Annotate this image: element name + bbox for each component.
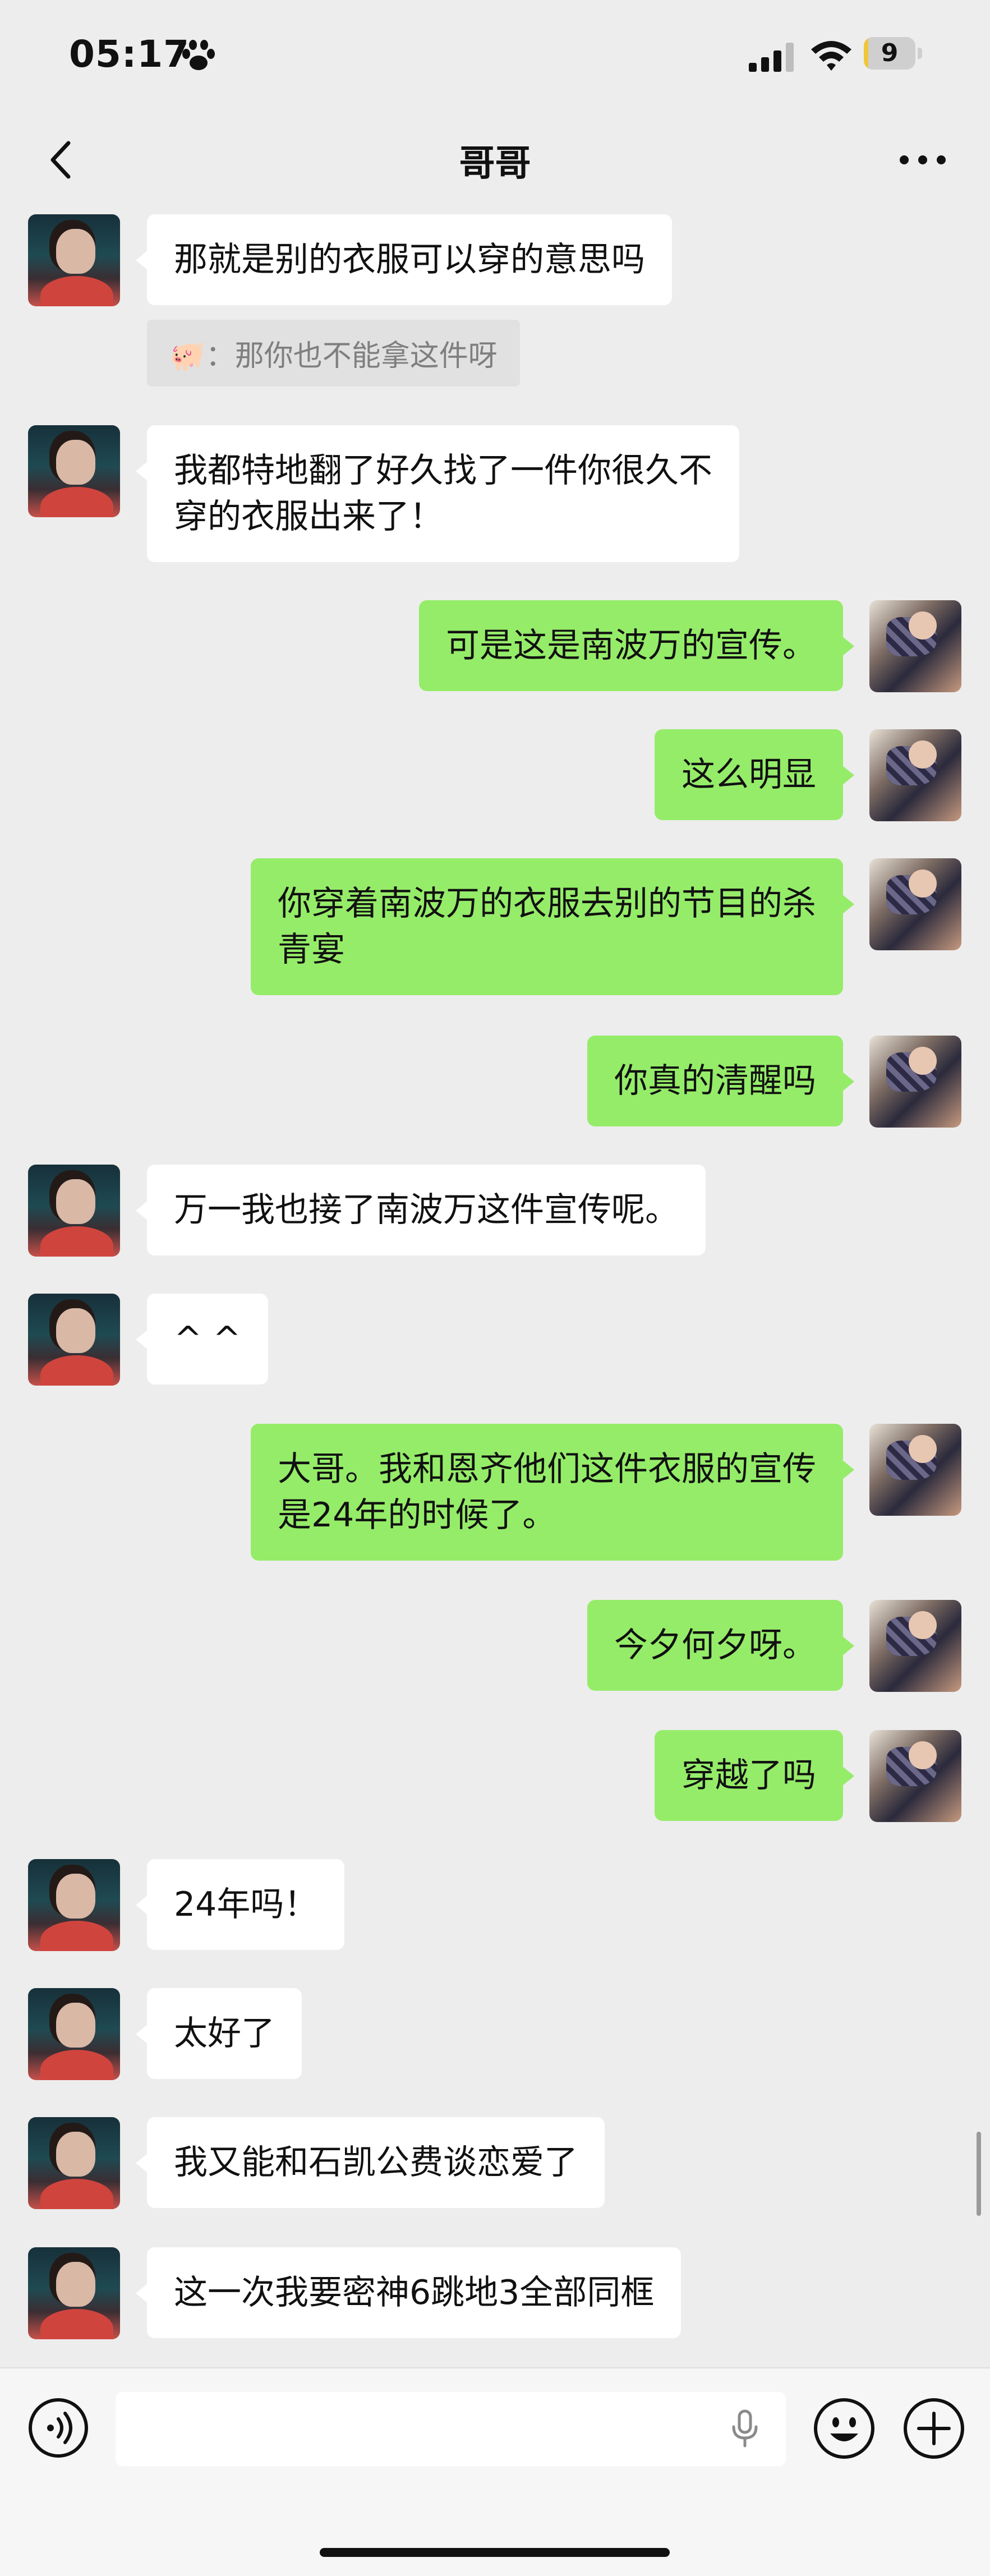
message-bubble-sent[interactable]: 可是这是南波万的宣传。: [419, 600, 854, 691]
user-avatar[interactable]: [869, 858, 961, 950]
paw-icon: [182, 40, 215, 70]
message-bubble-sent[interactable]: 今夕何夕呀。: [587, 1600, 854, 1691]
user-avatar[interactable]: [869, 1424, 961, 1516]
user-avatar[interactable]: [869, 1600, 961, 1692]
user-avatar[interactable]: [869, 1036, 961, 1128]
message-bubble-received[interactable]: 24年吗！: [135, 1859, 345, 1950]
emoji-icon[interactable]: [813, 2398, 875, 2459]
home-indicator[interactable]: [320, 2548, 670, 2557]
quoted-text: ：那你也不能拿这件呀: [205, 339, 498, 373]
plus-icon[interactable]: [903, 2398, 965, 2459]
contact-avatar[interactable]: [28, 1294, 120, 1386]
contact-avatar[interactable]: [28, 1165, 120, 1257]
voice-icon[interactable]: [28, 2398, 89, 2458]
message-bubble-received[interactable]: 我又能和石凯公费谈恋爱了: [136, 2117, 605, 2208]
message-bubble-sent[interactable]: 穿越了吗: [655, 1730, 854, 1821]
user-avatar[interactable]: [869, 600, 961, 692]
pig-emoji: 🐖: [169, 339, 206, 373]
contact-avatar[interactable]: [28, 2247, 120, 2339]
battery-icon: 9: [864, 37, 924, 72]
message-bubble-received[interactable]: ^ ^: [136, 1294, 268, 1384]
user-avatar[interactable]: [869, 729, 961, 821]
message-list[interactable]: 那就是别的衣服可以穿的意思吗 🐖：那你也不能拿这件呀 我都特地翻了好久找了一件你…: [0, 208, 990, 2367]
more-dots-icon[interactable]: [897, 151, 948, 168]
input-bar: [0, 2367, 990, 2576]
wifi-icon: [811, 41, 851, 71]
status-bar: 05:17 9: [0, 0, 990, 112]
message-bubble-received[interactable]: 太好了: [136, 1988, 302, 2079]
message-bubble-received[interactable]: 万一我也接了南波万这件宣传呢。: [136, 1165, 706, 1255]
message-bubble-received[interactable]: 那就是别的衣服可以穿的意思吗: [136, 214, 672, 305]
message-bubble-sent[interactable]: 你真的清醒吗: [587, 1036, 854, 1126]
chat-title: 哥哥: [459, 143, 531, 185]
contact-avatar[interactable]: [28, 214, 120, 306]
message-bubble-sent[interactable]: 你穿着南波万的衣服去别的节目的杀 青宴: [251, 858, 854, 995]
contact-avatar[interactable]: [28, 425, 120, 517]
quoted-reply[interactable]: 🐖：那你也不能拿这件呀: [147, 320, 520, 387]
message-input[interactable]: [116, 2392, 786, 2466]
microphone-icon[interactable]: [725, 2409, 765, 2449]
message-bubble-sent[interactable]: 大哥。我和恩齐他们这件衣服的宣传 是24年的时候了。: [251, 1424, 854, 1561]
status-time: 05:17: [69, 33, 190, 76]
message-bubble-received[interactable]: 我都特地翻了好久找了一件你很久不 穿的衣服出来了！: [136, 425, 739, 562]
message-bubble-received[interactable]: 这一次我要密神6跳地3全部同框: [135, 2247, 682, 2338]
battery-level-text: 9: [881, 39, 899, 67]
message-bubble-sent[interactable]: 这么明显: [655, 729, 854, 820]
contact-avatar[interactable]: [28, 2117, 120, 2209]
scrollbar[interactable]: [977, 2132, 981, 2216]
user-avatar[interactable]: [869, 1730, 961, 1822]
signal-icon: [749, 43, 794, 72]
contact-avatar[interactable]: [28, 1859, 120, 1951]
chat-header: 哥哥: [0, 112, 990, 208]
contact-avatar[interactable]: [28, 1988, 120, 2080]
